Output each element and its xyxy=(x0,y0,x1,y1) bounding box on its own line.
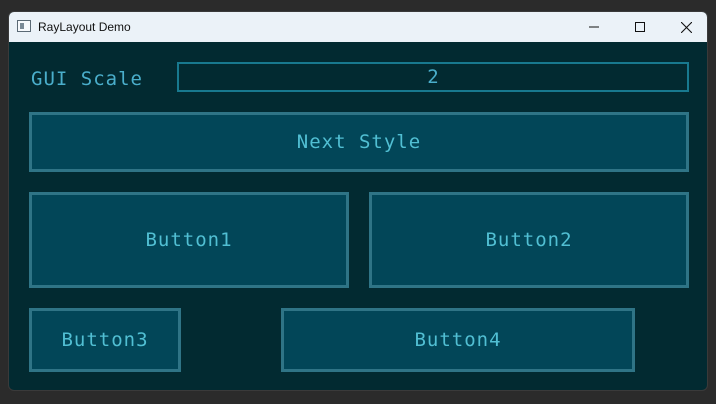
title-bar[interactable]: RayLayout Demo xyxy=(9,12,707,42)
button2[interactable]: Button2 xyxy=(369,192,689,288)
maximize-button[interactable] xyxy=(617,12,663,42)
app-window: RayLayout Demo GUI Scale 2 Next Style Bu… xyxy=(8,11,708,391)
minimize-icon xyxy=(589,22,599,32)
gui-scale-value-box[interactable]: 2 xyxy=(177,62,689,92)
maximize-icon xyxy=(635,22,645,32)
minimize-button[interactable] xyxy=(571,12,617,42)
button1[interactable]: Button1 xyxy=(29,192,349,288)
button4[interactable]: Button4 xyxy=(281,308,635,372)
close-icon xyxy=(680,21,692,33)
close-button[interactable] xyxy=(663,12,707,42)
button3[interactable]: Button3 xyxy=(29,308,181,372)
window-title: RayLayout Demo xyxy=(38,20,131,34)
client-area: GUI Scale 2 Next Style Button1 Button2 B… xyxy=(9,42,707,390)
app-icon xyxy=(17,20,31,32)
gui-scale-label: GUI Scale xyxy=(31,68,143,90)
next-style-button[interactable]: Next Style xyxy=(29,112,689,172)
